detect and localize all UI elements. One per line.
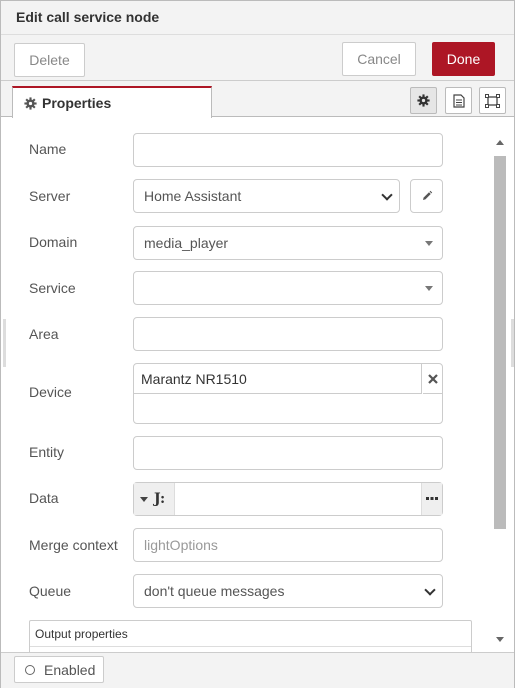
queue-label: Queue bbox=[29, 583, 72, 599]
domain-input[interactable]: media_player bbox=[133, 226, 443, 260]
enabled-label: Enabled bbox=[44, 661, 96, 678]
server-select-value: Home Assistant bbox=[144, 188, 242, 204]
queue-select[interactable]: don't queue messages bbox=[133, 574, 443, 608]
caret-down-icon[interactable] bbox=[425, 286, 433, 291]
server-label: Server bbox=[29, 188, 71, 204]
resize-handle-left[interactable] bbox=[3, 319, 6, 367]
entity-label: Entity bbox=[29, 444, 65, 460]
output-properties-header: Output properties bbox=[30, 621, 471, 647]
service-input[interactable] bbox=[133, 271, 443, 305]
queue-select-value: don't queue messages bbox=[144, 583, 285, 599]
domain-label: Domain bbox=[29, 234, 78, 250]
gear-icon bbox=[24, 96, 37, 110]
tray-title: Edit call service node bbox=[16, 9, 160, 25]
scroll-up-arrow-icon[interactable] bbox=[496, 140, 504, 145]
domain-input-value: media_player bbox=[144, 235, 229, 251]
resize-handle-right[interactable] bbox=[511, 319, 514, 367]
chevron-down-icon bbox=[424, 584, 436, 596]
data-expand-button[interactable] bbox=[421, 483, 442, 515]
tab-settings[interactable] bbox=[410, 87, 437, 114]
merge-context-input[interactable]: lightOptions bbox=[133, 528, 443, 562]
tab-appearance[interactable] bbox=[479, 87, 506, 114]
device-selector[interactable]: Marantz NR1510 bbox=[133, 363, 443, 424]
server-select[interactable]: Home Assistant bbox=[133, 179, 400, 213]
done-button[interactable]: Done bbox=[432, 42, 495, 76]
name-label: Name bbox=[29, 141, 67, 157]
service-label: Service bbox=[29, 280, 76, 296]
json-type-icon: J: bbox=[154, 491, 166, 507]
cancel-button[interactable]: Cancel bbox=[342, 42, 416, 76]
gear-icon bbox=[417, 94, 430, 107]
tray-header: Edit call service node bbox=[1, 1, 514, 35]
scroll-down-arrow-icon[interactable] bbox=[496, 637, 504, 642]
device-tag: Marantz NR1510 bbox=[134, 364, 422, 394]
tray-footer: Enabled bbox=[1, 652, 514, 688]
output-properties-label: Output properties bbox=[35, 626, 128, 641]
document-icon bbox=[452, 93, 465, 108]
tray-toolbar: Delete Cancel Done bbox=[1, 35, 514, 81]
device-label: Device bbox=[29, 384, 72, 400]
chevron-down-icon bbox=[381, 189, 393, 201]
frame-icon bbox=[485, 93, 500, 108]
ellipsis-icon bbox=[426, 497, 438, 500]
circle-icon bbox=[25, 664, 35, 675]
caret-down-icon[interactable] bbox=[425, 241, 433, 246]
tab-properties-label: Properties bbox=[42, 95, 112, 111]
tab-properties[interactable]: Properties bbox=[12, 86, 212, 118]
close-icon bbox=[428, 373, 438, 384]
caret-down-icon bbox=[140, 496, 148, 502]
data-typed-input[interactable]: J: bbox=[133, 482, 443, 516]
tab-bar: Properties bbox=[1, 81, 514, 118]
device-tag-label: Marantz NR1510 bbox=[141, 370, 247, 387]
merge-context-placeholder: lightOptions bbox=[144, 537, 218, 553]
merge-context-label: Merge context bbox=[29, 537, 118, 553]
output-properties-section: Output properties bbox=[29, 620, 472, 652]
edit-tray: Edit call service node Delete Cancel Don… bbox=[0, 0, 515, 688]
pencil-icon bbox=[422, 190, 432, 200]
data-type-button[interactable]: J: bbox=[134, 483, 175, 515]
scrollbar-thumb[interactable] bbox=[494, 156, 506, 529]
entity-input[interactable] bbox=[133, 436, 443, 470]
area-label: Area bbox=[29, 326, 59, 342]
tab-description[interactable] bbox=[445, 87, 472, 114]
remove-device-button[interactable] bbox=[423, 364, 443, 394]
enabled-toggle-button[interactable]: Enabled bbox=[14, 656, 104, 683]
delete-button[interactable]: Delete bbox=[14, 43, 85, 77]
data-label: Data bbox=[29, 490, 59, 506]
name-input[interactable] bbox=[133, 133, 443, 167]
properties-panel: Name Server Home Assistant Domain media_… bbox=[1, 118, 514, 652]
area-input[interactable] bbox=[133, 317, 443, 351]
edit-server-button[interactable] bbox=[410, 179, 443, 213]
